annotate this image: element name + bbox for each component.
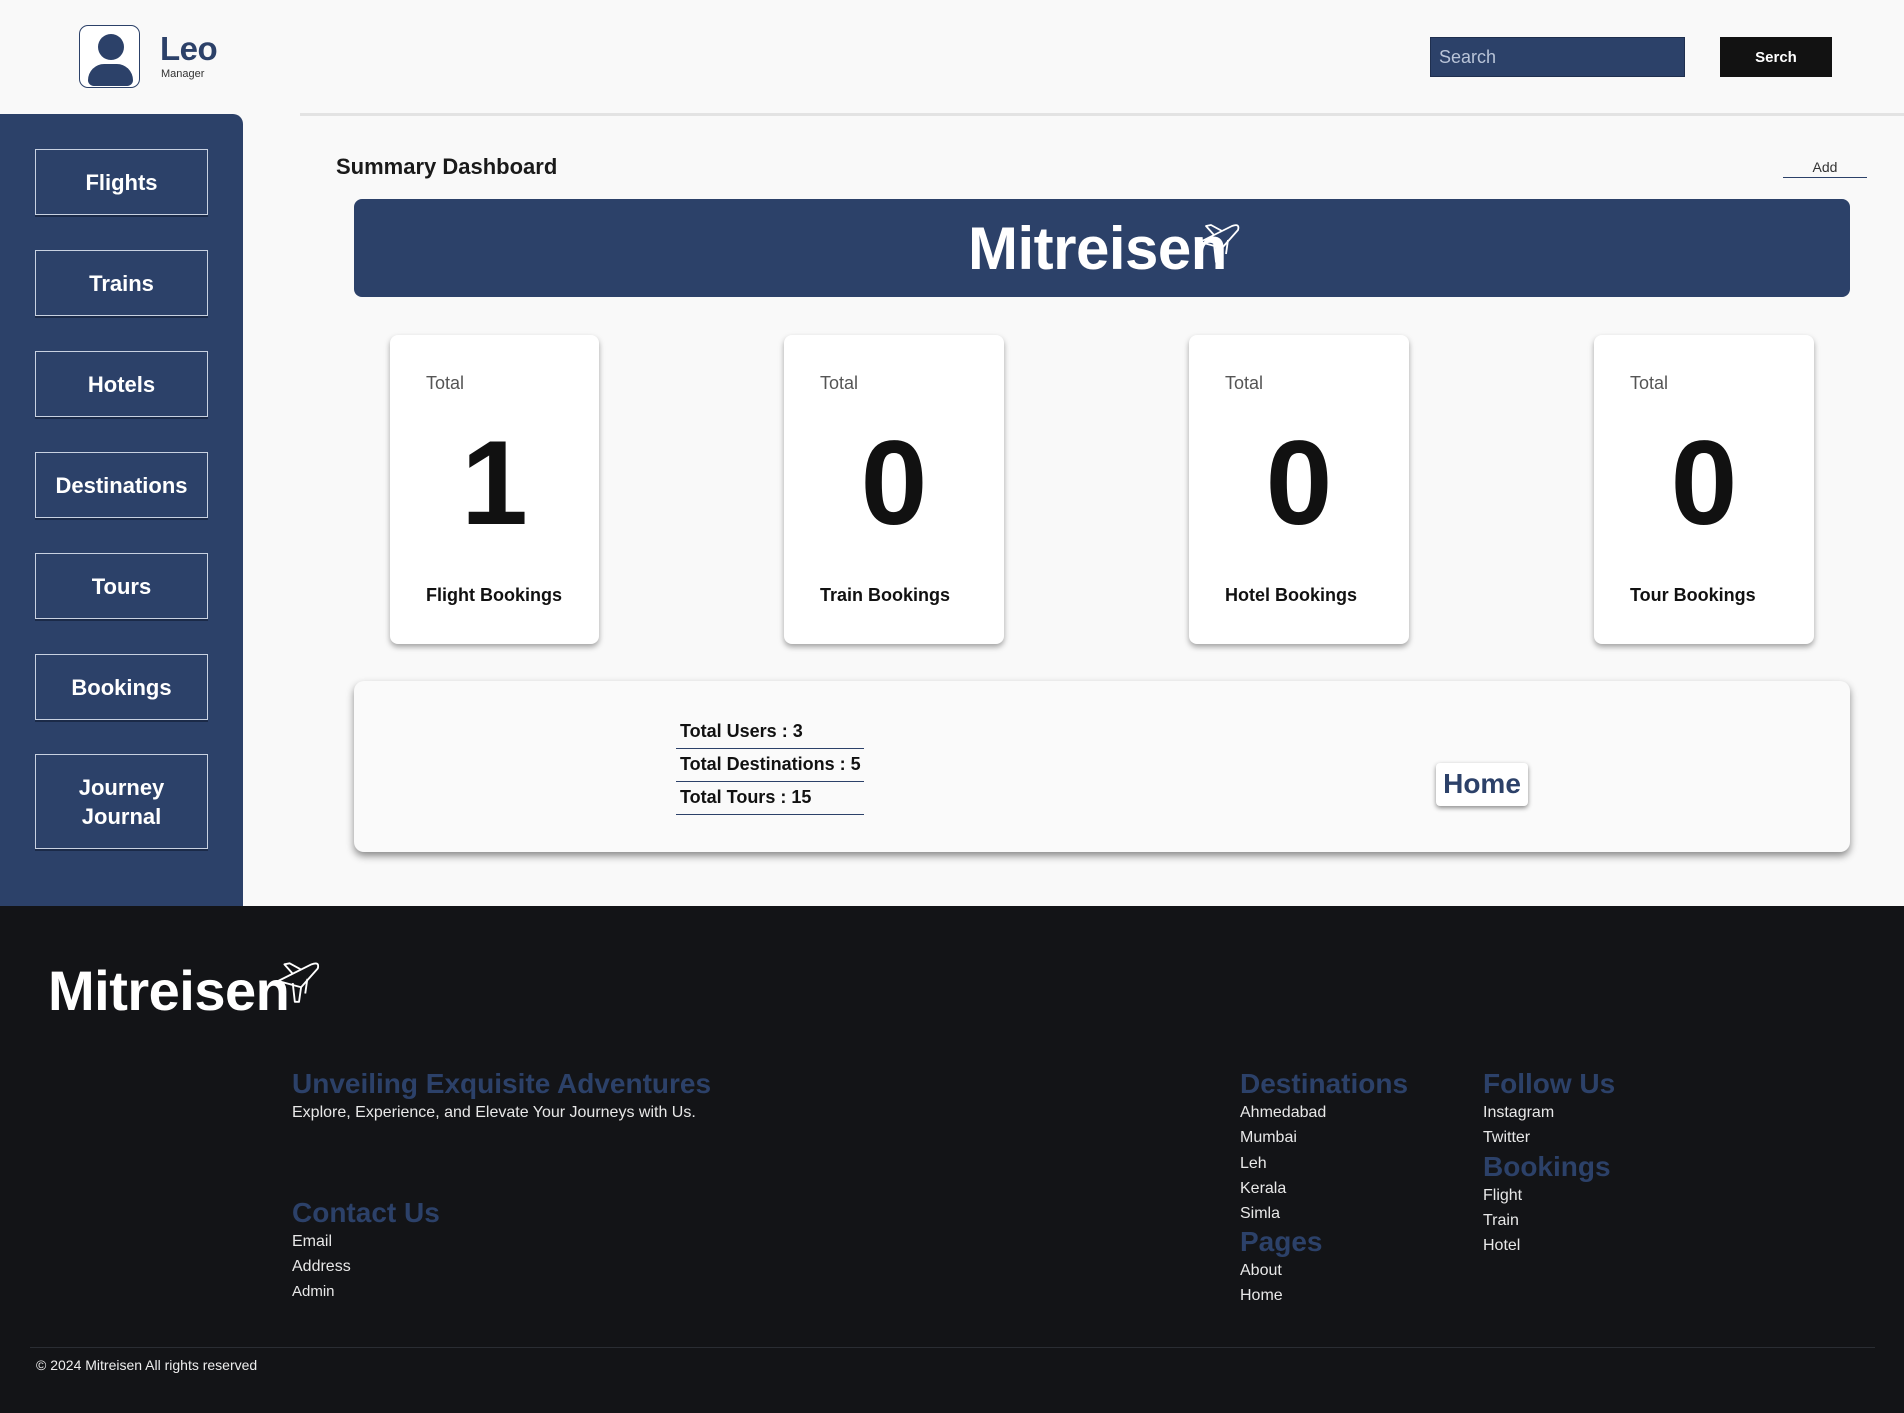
sidebar-item-journey-journal[interactable]: Journey Journal <box>35 754 208 849</box>
footer-link-hotel[interactable]: Hotel <box>1483 1237 1520 1255</box>
footer-bookings-heading: Bookings <box>1483 1151 1611 1182</box>
footer-tagline-heading: Unveiling Exquisite Adventures <box>292 1068 712 1099</box>
footer-link-admin[interactable]: Admin <box>292 1283 335 1300</box>
footer-divider <box>30 1347 1875 1348</box>
search-button[interactable]: Serch <box>1720 37 1832 77</box>
summary-total-users: Total Users : 3 <box>676 716 864 749</box>
summary-total-tours: Total Tours : 15 <box>676 782 864 815</box>
footer-link-leh[interactable]: Leh <box>1240 1155 1267 1173</box>
stat-card-hotel-bookings: Total 0 Hotel Bookings <box>1189 335 1409 644</box>
user-avatar-icon <box>79 25 140 88</box>
footer-contact-heading: Contact Us <box>292 1197 440 1228</box>
sidebar-item-bookings[interactable]: Bookings <box>35 654 208 720</box>
sidebar-item-flights[interactable]: Flights <box>35 149 208 215</box>
stat-value: 0 <box>860 416 928 550</box>
sidebar-item-hotels[interactable]: Hotels <box>35 351 208 417</box>
stat-card-train-bookings: Total 0 Train Bookings <box>784 335 1004 644</box>
footer-link-simla[interactable]: Simla <box>1240 1205 1280 1223</box>
footer-destinations-heading: Destinations <box>1240 1068 1409 1099</box>
footer-follow-heading: Follow Us <box>1483 1068 1616 1099</box>
sidebar-item-destinations[interactable]: Destinations <box>35 452 208 518</box>
stat-label: Tour Bookings <box>1630 585 1756 605</box>
stat-card-flight-bookings: Total 1 Flight Bookings <box>390 335 599 644</box>
sidebar: Flights Trains Hotels Destinations Tours… <box>0 114 243 906</box>
stat-value: 0 <box>1265 416 1333 550</box>
footer-link-flight[interactable]: Flight <box>1483 1187 1522 1205</box>
footer-link-kerala[interactable]: Kerala <box>1240 1180 1286 1198</box>
stat-total-label: Total <box>1225 373 1264 393</box>
plane-icon <box>1199 224 1240 263</box>
copyright-text: © 2024 Mitreisen All rights reserved <box>36 1357 258 1373</box>
summary-total-destinations: Total Destinations : 5 <box>676 749 864 782</box>
footer-link-ahmedabad[interactable]: Ahmedabad <box>1240 1104 1326 1122</box>
footer-link-home[interactable]: Home <box>1240 1287 1283 1305</box>
add-button[interactable]: Add <box>1783 156 1867 178</box>
home-button[interactable]: Home <box>1436 763 1528 806</box>
footer-link-about[interactable]: About <box>1240 1262 1282 1280</box>
stat-total-label: Total <box>1630 373 1669 393</box>
footer-link-mumbai[interactable]: Mumbai <box>1240 1129 1297 1147</box>
stat-total-label: Total <box>426 373 465 393</box>
footer-tagline-text: Explore, Experience, and Elevate Your Jo… <box>292 1104 696 1121</box>
stat-value: 0 <box>1670 416 1738 550</box>
footer-link-address[interactable]: Address <box>292 1258 351 1276</box>
footer-pages-heading: Pages <box>1240 1226 1323 1257</box>
footer-brand-logo: Mitreisen <box>48 959 290 1022</box>
stat-value: 1 <box>461 416 528 550</box>
stat-label: Hotel Bookings <box>1225 585 1358 605</box>
stat-label: Flight Bookings <box>426 585 562 605</box>
sidebar-item-trains[interactable]: Trains <box>35 250 208 316</box>
footer-link-train[interactable]: Train <box>1483 1212 1519 1230</box>
stat-card-tour-bookings: Total 0 Tour Bookings <box>1594 335 1814 644</box>
summary-panel <box>354 681 1850 852</box>
sidebar-item-tours[interactable]: Tours <box>35 553 208 619</box>
stat-total-label: Total <box>820 373 859 393</box>
stat-label: Train Bookings <box>820 585 951 605</box>
footer-link-email[interactable]: Email <box>292 1233 332 1251</box>
footer-link-instagram[interactable]: Instagram <box>1483 1104 1554 1122</box>
search-input[interactable] <box>1430 37 1685 77</box>
user-avatar-body <box>88 64 133 86</box>
footer-link-twitter[interactable]: Twitter <box>1483 1129 1530 1147</box>
user-name: Leo <box>160 30 218 67</box>
banner-brand-logo: Mitreisen <box>968 215 1227 282</box>
header-divider <box>300 113 1904 116</box>
footer: Mitreisen Unveiling Exquisite Adventures… <box>0 906 1904 1413</box>
user-role: Manager <box>161 68 205 80</box>
plane-icon <box>277 962 320 1003</box>
user-avatar-head <box>98 34 124 60</box>
page-title: Summary Dashboard <box>336 154 558 179</box>
